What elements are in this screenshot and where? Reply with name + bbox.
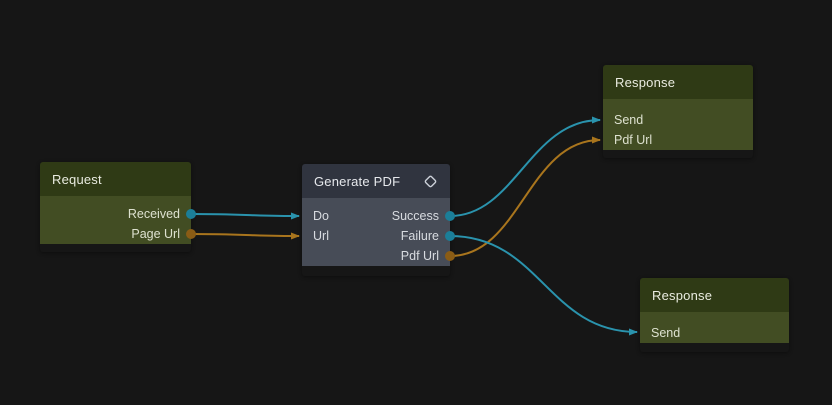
port-row: Pdf Url [603,130,753,150]
node-response-bottom-body: Send [640,312,789,343]
port-label-send: Send [651,323,680,343]
port-label-send: Send [614,110,643,130]
port-label-success: Success [392,206,439,226]
port-row: Send [603,110,753,130]
node-generate-pdf-body: Do Success Url Failure Pdf Url [302,198,450,266]
wire-received-to-do[interactable] [191,214,299,216]
node-response-top[interactable]: Response Send Pdf Url [603,65,753,158]
port-row: Page Url [40,224,191,244]
port-row: Do Success [302,206,450,226]
diamond-icon [423,174,438,189]
port-label-pdf-url: Pdf Url [614,130,652,150]
node-title: Response [615,75,675,90]
wire-page-url-to-url[interactable] [191,234,299,236]
node-response-top-body: Send Pdf Url [603,99,753,150]
port-row: Pdf Url [302,246,450,266]
port-label-pdf-url: Pdf Url [401,246,439,266]
node-request[interactable]: Request Received Page Url [40,162,191,252]
port-row: Received [40,204,191,224]
wire-failure-to-send[interactable] [450,236,637,332]
node-response-bottom[interactable]: Response Send [640,278,789,352]
node-response-bottom-title-bar[interactable]: Response [640,278,789,312]
node-title: Response [652,288,712,303]
wire-success-to-send[interactable] [450,120,600,216]
node-generate-pdf[interactable]: Generate PDF Do Success Url Failure Pdf … [302,164,450,276]
port-label-do: Do [313,206,329,226]
node-editor-canvas[interactable]: Request Received Page Url Generate PDF D… [0,0,832,405]
node-response-top-title-bar[interactable]: Response [603,65,753,99]
node-title: Request [52,172,102,187]
port-label-page-url: Page Url [131,224,180,244]
node-request-body: Received Page Url [40,196,191,244]
port-label-url: Url [313,226,329,246]
node-generate-pdf-title-bar[interactable]: Generate PDF [302,164,450,198]
node-title: Generate PDF [314,174,400,189]
port-label-failure: Failure [401,226,439,246]
port-label-received: Received [128,204,180,224]
port-row: Url Failure [302,226,450,246]
node-request-title-bar[interactable]: Request [40,162,191,196]
port-row: Send [640,323,789,343]
